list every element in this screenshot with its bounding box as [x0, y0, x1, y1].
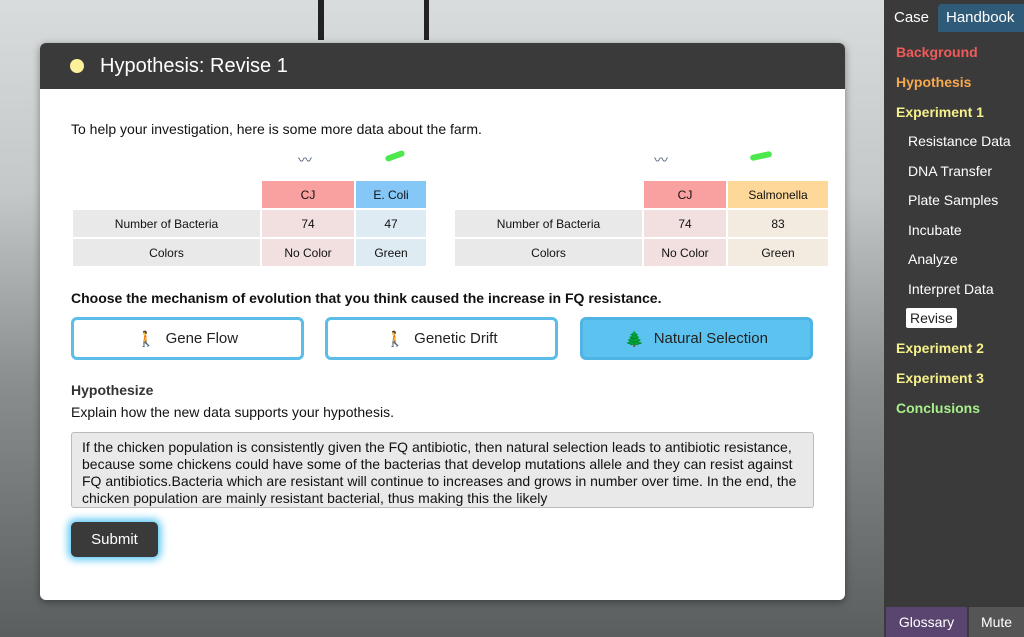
intro-text: To help your investigation, here is some…	[71, 121, 482, 137]
nav-experiment-1[interactable]: Experiment 1	[896, 104, 984, 120]
cell: 83	[728, 210, 828, 237]
submit-button[interactable]: Submit	[71, 522, 158, 557]
mechanism-question: Choose the mechanism of evolution that y…	[71, 290, 662, 306]
header-salmonella: Salmonella	[728, 181, 828, 208]
cell: No Color	[644, 239, 726, 266]
nav-interpret-data[interactable]: Interpret Data	[908, 281, 994, 297]
tree-icon: 🌲	[625, 330, 644, 348]
modal-header: Hypothesis: Revise 1	[40, 43, 845, 89]
row-label: Colors	[73, 239, 260, 266]
cell: Green	[728, 239, 828, 266]
people-icon: 🚶	[136, 330, 156, 348]
nav-hypothesis[interactable]: Hypothesis	[896, 74, 971, 90]
data-table-ecoli: CJ E. Coli Number of Bacteria 74 47 Colors N…	[71, 179, 428, 268]
tab-case[interactable]: Case	[886, 4, 937, 32]
background-scene	[318, 0, 324, 40]
nav-experiment-3[interactable]: Experiment 3	[896, 370, 984, 386]
nav-plate-samples[interactable]: Plate Samples	[908, 192, 998, 208]
ecoli-bacteria-icon	[384, 149, 406, 163]
glossary-button[interactable]: Glossary	[886, 607, 967, 637]
nav-conclusions[interactable]: Conclusions	[896, 400, 980, 416]
salmonella-bacteria-icon	[749, 150, 773, 162]
nav-dna-transfer[interactable]: DNA Transfer	[908, 163, 992, 179]
cell: Green	[356, 239, 426, 266]
cell: 74	[262, 210, 354, 237]
nav-resistance-data[interactable]: Resistance Data	[908, 133, 1011, 149]
cell: 47	[356, 210, 426, 237]
gene-flow-button[interactable]: 🚶 Gene Flow	[71, 317, 304, 360]
row-label: Number of Bacteria	[73, 210, 260, 237]
tab-handbook[interactable]: Handbook	[938, 4, 1024, 32]
data-table-salmonella: CJ Salmonella Number of Bacteria 74 83 Colo…	[453, 179, 830, 268]
background-scene	[424, 0, 429, 40]
mute-button[interactable]: Mute	[969, 607, 1024, 637]
nav-incubate[interactable]: Incubate	[908, 222, 962, 238]
button-label: Gene Flow	[165, 330, 239, 347]
people-log-icon: 🚶	[385, 330, 405, 348]
sidebar: Case Handbook Background Hypothesis Expe…	[884, 0, 1024, 637]
natural-selection-button[interactable]: 🌲 Natural Selection	[580, 317, 813, 360]
status-dot-icon	[70, 59, 84, 73]
row-label: Colors	[455, 239, 642, 266]
cj-bacteria-icon: 〰	[654, 152, 668, 168]
nav-experiment-2[interactable]: Experiment 2	[896, 340, 984, 356]
row-label: Number of Bacteria	[455, 210, 642, 237]
header-cj: CJ	[262, 181, 354, 208]
nav-analyze[interactable]: Analyze	[908, 251, 958, 267]
explain-prompt: Explain how the new data supports your h…	[71, 404, 394, 420]
button-label: Natural Selection	[653, 330, 768, 347]
button-label: Genetic Drift	[414, 330, 498, 347]
nav-revise[interactable]: Revise	[906, 308, 957, 328]
cj-bacteria-icon: 〰	[298, 152, 312, 168]
hypothesis-modal: Hypothesis: Revise 1 To help your invest…	[40, 43, 845, 600]
genetic-drift-button[interactable]: 🚶 Genetic Drift	[325, 317, 558, 360]
cell: 74	[644, 210, 726, 237]
nav-background[interactable]: Background	[896, 44, 978, 60]
cell: No Color	[262, 239, 354, 266]
modal-title: Hypothesis: Revise 1	[100, 54, 288, 77]
hypothesis-textarea[interactable]: If the chicken population is consistentl…	[71, 432, 814, 508]
header-cj: CJ	[644, 181, 726, 208]
hypothesize-heading: Hypothesize	[71, 382, 154, 398]
header-ecoli: E. Coli	[356, 181, 426, 208]
